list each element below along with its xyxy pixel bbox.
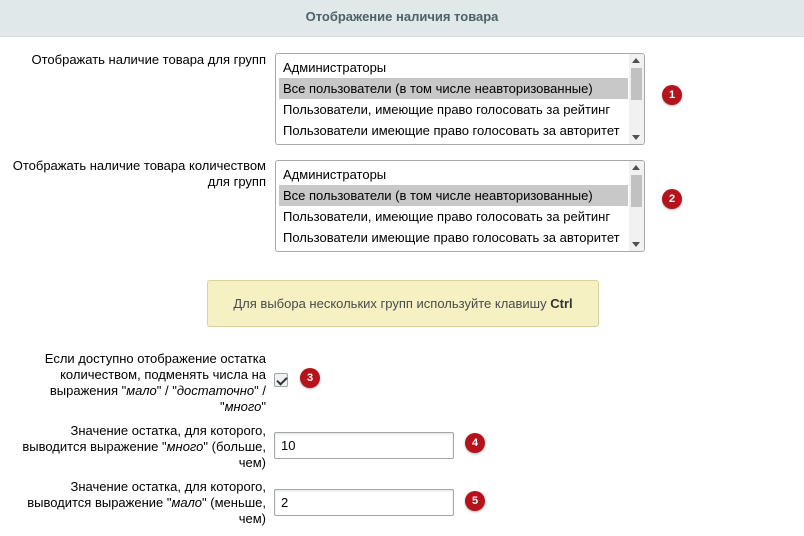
section-title: Отображение наличия товара (305, 9, 499, 24)
scroll-down-arrow-icon[interactable] (632, 135, 640, 140)
scroll-up-arrow-icon[interactable] (632, 165, 640, 170)
hint-key: Ctrl (550, 296, 573, 311)
option-authority-voters[interactable]: Пользователи имеющие право голосовать за… (279, 120, 628, 141)
groups-availability-scrollbar[interactable] (629, 54, 644, 144)
section-header: Отображение наличия товара (0, 0, 804, 37)
scroll-thumb[interactable] (631, 68, 642, 100)
scroll-down-arrow-icon[interactable] (632, 242, 640, 247)
groups-availability-label: Отображать наличие товара для групп (31, 52, 267, 67)
replace-numbers-label: Если доступно отображение остатка количе… (44, 351, 266, 414)
step-badge-1: 1 (662, 85, 682, 105)
groups-quantity-label: Отображать наличие товара количеством дл… (12, 158, 266, 189)
groups-quantity-scrollbar[interactable] (629, 161, 644, 251)
step-badge-4: 4 (465, 433, 485, 453)
option-rating-voters[interactable]: Пользователи, имеющие право голосовать з… (279, 206, 628, 227)
step-badge-2: 2 (662, 189, 682, 209)
few-threshold-input[interactable] (274, 489, 454, 516)
many-threshold-label: Значение остатка, для которого, выводитс… (22, 423, 266, 470)
replace-numbers-checkbox[interactable] (274, 373, 288, 387)
groups-quantity-select[interactable]: Администраторы Все пользователи (в том ч… (275, 160, 645, 252)
step-badge-5: 5 (465, 491, 485, 511)
option-all-users[interactable]: Все пользователи (в том числе неавторизо… (279, 185, 628, 206)
groups-availability-options: Администраторы Все пользователи (в том ч… (279, 57, 628, 141)
groups-quantity-options: Администраторы Все пользователи (в том ч… (279, 164, 628, 248)
option-administrators[interactable]: Администраторы (279, 57, 628, 78)
option-administrators[interactable]: Администраторы (279, 164, 628, 185)
many-threshold-input[interactable] (274, 432, 454, 459)
scroll-thumb[interactable] (631, 175, 642, 207)
option-all-users[interactable]: Все пользователи (в том числе неавторизо… (279, 78, 628, 99)
multi-select-hint: Для выбора нескольких групп используйте … (207, 280, 599, 327)
option-rating-voters[interactable]: Пользователи, имеющие право голосовать з… (279, 99, 628, 120)
groups-availability-select[interactable]: Администраторы Все пользователи (в том ч… (275, 53, 645, 145)
scroll-up-arrow-icon[interactable] (632, 58, 640, 63)
step-badge-3: 3 (300, 368, 320, 388)
option-authority-voters[interactable]: Пользователи имеющие право голосовать за… (279, 227, 628, 248)
few-threshold-label: Значение остатка, для которого, выводитс… (27, 479, 266, 526)
